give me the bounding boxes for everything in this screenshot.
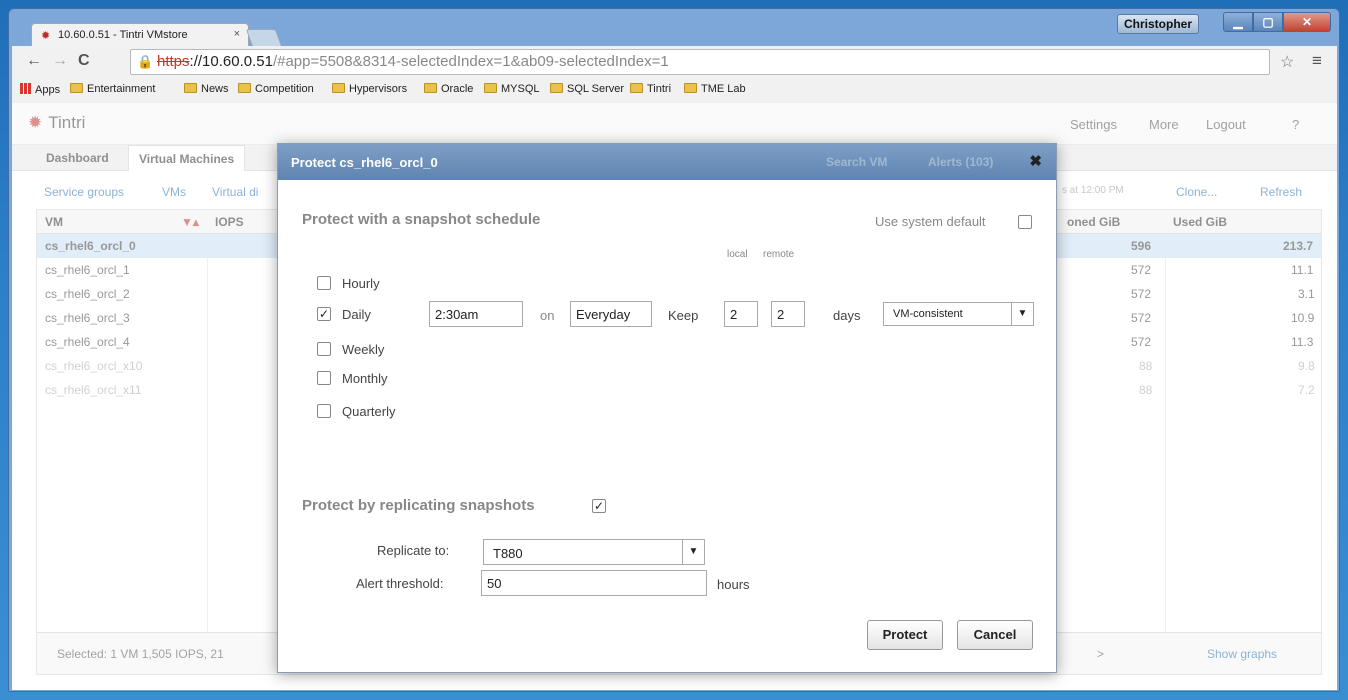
folder-icon bbox=[70, 83, 83, 93]
folder-icon bbox=[630, 83, 643, 93]
folder-icon bbox=[484, 83, 497, 93]
on-label: on bbox=[540, 308, 555, 323]
maximize-button[interactable]: ▢ bbox=[1253, 12, 1283, 32]
bookmark-folder[interactable]: TME Lab bbox=[684, 83, 746, 95]
tintri-favicon-icon: ✹ bbox=[41, 30, 51, 42]
new-tab-button[interactable] bbox=[245, 29, 283, 47]
keep-label: Keep bbox=[668, 308, 699, 323]
schedule-section-title: Protect with a snapshot schedule bbox=[302, 211, 541, 228]
dialog-title: Protect cs_rhel6_orcl_0 bbox=[291, 155, 438, 170]
url-path: /#app=5508&8314-selectedIndex=1&ab09-sel… bbox=[272, 53, 669, 70]
bookmark-folder[interactable]: Hypervisors bbox=[332, 83, 407, 95]
daily-label: Daily bbox=[342, 307, 371, 322]
chevron-down-icon: ▼ bbox=[1011, 303, 1033, 325]
replicate-section-title: Protect by replicating snapshots bbox=[302, 497, 535, 514]
reload-icon[interactable]: C bbox=[78, 52, 90, 70]
replicate-checkbox[interactable]: ✓ bbox=[592, 499, 606, 513]
bookmark-folder[interactable]: Tintri bbox=[630, 83, 671, 95]
replicate-to-select[interactable]: T880 ▼ bbox=[483, 539, 705, 565]
col-local-label: local bbox=[727, 249, 748, 260]
bookmarks-bar: Apps Entertainment News Competition Hype… bbox=[12, 78, 1337, 102]
days-label: days bbox=[833, 308, 861, 323]
weekly-checkbox[interactable] bbox=[317, 342, 331, 356]
bookmark-folder[interactable]: News bbox=[184, 83, 229, 95]
bookmark-star-icon[interactable]: ☆ bbox=[1280, 52, 1294, 72]
hourly-label: Hourly bbox=[342, 276, 380, 291]
alert-threshold-label: Alert threshold: bbox=[356, 576, 444, 591]
daily-time-input[interactable] bbox=[429, 301, 523, 327]
bookmark-folder[interactable]: Competition bbox=[238, 83, 314, 95]
quarterly-label: Quarterly bbox=[342, 404, 396, 419]
close-window-button[interactable]: ✕ bbox=[1283, 12, 1331, 32]
folder-icon bbox=[550, 83, 563, 93]
protect-dialog: Protect cs_rhel6_orcl_0 Search VM Alerts… bbox=[277, 143, 1057, 673]
replicate-to-label: Replicate to: bbox=[377, 543, 450, 558]
browser-toolbar: ← → C 🔒 https://10.60.0.51/#app=5508&831… bbox=[12, 46, 1337, 78]
weekly-label: Weekly bbox=[342, 342, 385, 357]
folder-icon bbox=[238, 83, 251, 93]
tab-close-icon[interactable]: × bbox=[234, 28, 240, 40]
ghost-alerts: Alerts (103) bbox=[928, 155, 994, 169]
browser-tab[interactable]: ✹ 10.60.0.51 - Tintri VMstore × bbox=[31, 23, 249, 47]
chevron-down-icon: ▼ bbox=[682, 540, 704, 564]
daily-checkbox[interactable]: ✓ bbox=[317, 307, 331, 321]
col-remote-label: remote bbox=[763, 249, 795, 260]
bookmark-apps[interactable]: Apps bbox=[20, 83, 60, 96]
monthly-checkbox[interactable] bbox=[317, 371, 331, 385]
use-default-checkbox[interactable] bbox=[1018, 215, 1032, 229]
menu-icon[interactable]: ≡ bbox=[1312, 51, 1322, 71]
folder-icon bbox=[184, 83, 197, 93]
close-icon[interactable]: ✖ bbox=[1029, 152, 1042, 170]
address-bar[interactable]: 🔒 https://10.60.0.51/#app=5508&8314-sele… bbox=[130, 49, 1270, 75]
url-host: ://10.60.0.51 bbox=[189, 53, 273, 70]
hours-label: hours bbox=[717, 577, 750, 592]
bookmark-folder[interactable]: Oracle bbox=[424, 83, 473, 95]
back-icon[interactable]: ← bbox=[26, 52, 42, 70]
protect-button[interactable]: Protect bbox=[867, 620, 943, 650]
quarterly-checkbox[interactable] bbox=[317, 404, 331, 418]
folder-icon bbox=[424, 83, 437, 93]
keep-remote-input[interactable] bbox=[771, 301, 805, 327]
apps-icon bbox=[20, 83, 31, 94]
alert-threshold-input[interactable] bbox=[481, 570, 707, 596]
tab-title: 10.60.0.51 - Tintri VMstore bbox=[58, 29, 188, 41]
ghost-search: Search VM bbox=[826, 155, 888, 169]
dialog-header: Protect cs_rhel6_orcl_0 Search VM Alerts… bbox=[278, 144, 1056, 180]
bookmark-folder[interactable]: MYSQL bbox=[484, 83, 540, 95]
title-bar: ✹ 10.60.0.51 - Tintri VMstore × Christop… bbox=[9, 9, 1339, 47]
hourly-checkbox[interactable] bbox=[317, 276, 331, 290]
forward-icon[interactable]: → bbox=[52, 52, 68, 70]
url-protocol: https bbox=[157, 53, 190, 70]
daily-days-input[interactable] bbox=[570, 301, 652, 327]
folder-icon bbox=[684, 83, 697, 93]
monthly-label: Monthly bbox=[342, 371, 388, 386]
consistency-select[interactable]: VM-consistent ▼ bbox=[883, 302, 1034, 326]
bookmark-folder[interactable]: SQL Server bbox=[550, 83, 624, 95]
profile-button[interactable]: Christopher bbox=[1117, 14, 1199, 34]
keep-local-input[interactable] bbox=[724, 301, 758, 327]
minimize-button[interactable]: ▁ bbox=[1223, 12, 1253, 32]
use-default-label: Use system default bbox=[875, 214, 986, 229]
insecure-lock-icon: 🔒 bbox=[137, 54, 154, 69]
bookmark-folder[interactable]: Entertainment bbox=[70, 83, 155, 95]
cancel-button[interactable]: Cancel bbox=[957, 620, 1033, 650]
folder-icon bbox=[332, 83, 345, 93]
